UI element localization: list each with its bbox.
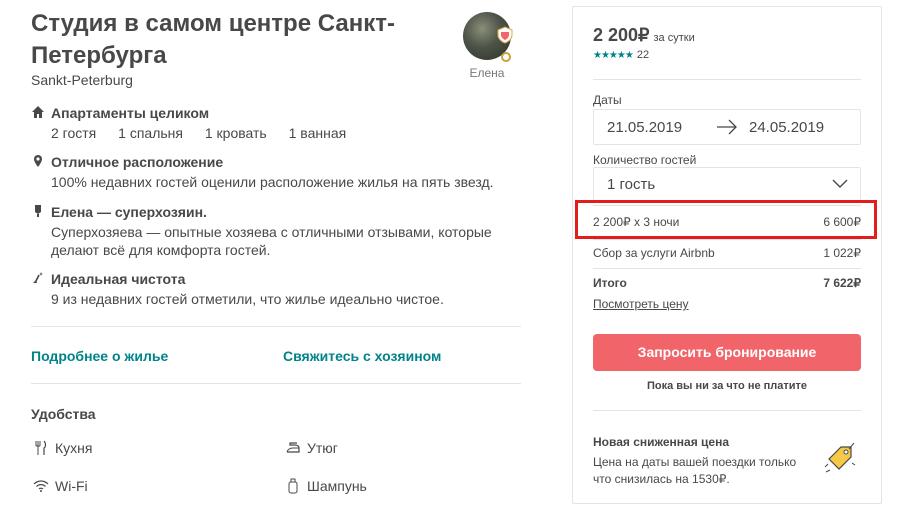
total-row: Итого 7 622₽ bbox=[593, 276, 861, 290]
arrow-right-icon bbox=[717, 119, 737, 135]
divider bbox=[31, 326, 521, 327]
review-count: 22 bbox=[636, 49, 650, 61]
nightly-price: 2 200₽ за сутки bbox=[593, 25, 695, 46]
price-tag-icon bbox=[824, 442, 856, 473]
booking-card: 2 200₽ за сутки ★★★★★ 22 Даты 21.05.2019 2… bbox=[572, 6, 882, 504]
superhost-badge-icon bbox=[497, 26, 513, 44]
see-price-link[interactable]: Посмотреть цену bbox=[593, 297, 689, 311]
guests-count: 2 гостя bbox=[51, 125, 97, 141]
amenity-label: Wi-Fi bbox=[55, 478, 88, 494]
chevron-down-icon bbox=[832, 179, 848, 188]
total-value: 7 622₽ bbox=[823, 276, 861, 290]
price-drop-title: Новая сниженная цена bbox=[593, 435, 730, 449]
location-pin-icon bbox=[34, 155, 42, 167]
verified-dot-icon bbox=[501, 52, 511, 62]
divider bbox=[593, 268, 861, 269]
divider bbox=[593, 239, 861, 240]
service-fee-value: 1 022₽ bbox=[823, 246, 861, 260]
request-booking-button[interactable]: Запросить бронирование bbox=[593, 334, 861, 371]
beds-count: 1 кровать bbox=[204, 125, 267, 141]
amenity-kitchen: Кухня bbox=[33, 438, 92, 458]
sparkle-broom-icon bbox=[33, 272, 43, 284]
amenity-label: Утюг bbox=[307, 440, 338, 456]
more-about-listing-link[interactable]: Подробнее о жилье bbox=[31, 348, 168, 364]
highlight-box bbox=[575, 200, 877, 239]
feature-entire-place: Апартаменты целиком 2 гостя 1 спальня 1 … bbox=[31, 104, 501, 142]
divider bbox=[31, 383, 521, 384]
service-fee-row: Сбор за услуги Airbnb 1 022₽ bbox=[593, 246, 861, 260]
home-icon bbox=[32, 106, 44, 118]
amenities-title: Удобства bbox=[31, 406, 96, 422]
star-rating-icon: ★★★★★ bbox=[593, 50, 634, 61]
shampoo-bottle-icon bbox=[288, 478, 298, 494]
feature-title: Елена — суперхозяин. bbox=[51, 204, 207, 220]
host-profile[interactable]: Елена bbox=[460, 12, 514, 80]
price-amount: 2 200₽ bbox=[593, 25, 650, 45]
feature-title: Идеальная чистота bbox=[51, 271, 186, 287]
superhost-medal-icon bbox=[35, 205, 41, 217]
date-range-picker: 21.05.2019 24.05.2019 bbox=[593, 109, 861, 145]
listing-location: Sankt-Peterburg bbox=[31, 72, 133, 88]
feature-cleanliness: Идеальная чистота 9 из недавних гостей о… bbox=[31, 270, 501, 308]
divider bbox=[593, 410, 861, 411]
wifi-icon bbox=[33, 480, 49, 492]
bathrooms-count: 1 ванная bbox=[288, 125, 347, 141]
total-label: Итого bbox=[593, 276, 627, 290]
no-charge-note: Пока вы ни за что не платите bbox=[646, 380, 808, 392]
guests-label: Количество гостей bbox=[593, 153, 697, 167]
fork-knife-icon bbox=[35, 440, 47, 455]
bedrooms-count: 1 спальня bbox=[118, 125, 183, 141]
price-drop-text: Цена на даты вашей поездки только что сн… bbox=[593, 455, 797, 486]
check-out-date-input[interactable]: 24.05.2019 bbox=[749, 119, 824, 136]
service-fee-label: Сбор за услуги Airbnb bbox=[593, 246, 715, 260]
feature-description: Суперхозяева — опытные хозяева с отличны… bbox=[51, 224, 492, 258]
check-in-date-input[interactable]: 21.05.2019 bbox=[607, 119, 682, 136]
amenity-label: Шампунь bbox=[307, 478, 367, 494]
avatar[interactable] bbox=[463, 12, 513, 62]
listing-title: Студия в самом центре Санкт-Петербурга bbox=[31, 10, 395, 69]
contact-host-link[interactable]: Свяжитесь с хозяином bbox=[283, 348, 441, 364]
feature-location: Отличное расположение 100% недавних гост… bbox=[31, 153, 501, 191]
guests-value: 1 гость bbox=[607, 176, 656, 193]
amenity-shampoo: Шампунь bbox=[285, 476, 367, 496]
feature-title: Апартаменты целиком bbox=[51, 105, 210, 121]
amenity-label: Кухня bbox=[55, 440, 93, 456]
amenity-iron: Утюг bbox=[285, 438, 338, 458]
feature-description: 100% недавних гостей оценили расположени… bbox=[51, 174, 494, 190]
amenity-wifi: Wi-Fi bbox=[33, 476, 88, 496]
feature-superhost: Елена — суперхозяин. Суперхозяева — опыт… bbox=[31, 203, 501, 259]
feature-description: 9 из недавних гостей отметили, что жилье… bbox=[51, 291, 444, 307]
dates-label: Даты bbox=[593, 93, 622, 107]
host-name: Елена bbox=[469, 66, 505, 80]
feature-title: Отличное расположение bbox=[51, 154, 224, 170]
iron-icon bbox=[286, 442, 300, 453]
rating-summary[interactable]: ★★★★★ 22 bbox=[593, 49, 649, 61]
divider bbox=[593, 79, 861, 80]
guests-dropdown[interactable]: 1 гость bbox=[593, 167, 861, 201]
feature-details: 2 гостя 1 спальня 1 кровать 1 ванная bbox=[51, 124, 501, 142]
price-per-night-label: за сутки bbox=[653, 32, 695, 44]
